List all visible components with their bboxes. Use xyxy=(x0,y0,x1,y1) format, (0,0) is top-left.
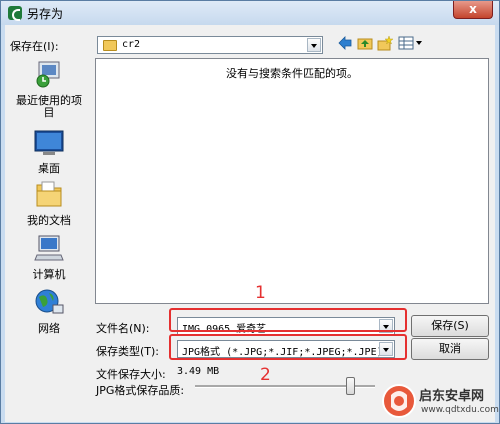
computer-icon xyxy=(34,235,64,261)
close-button[interactable]: x xyxy=(453,1,493,19)
place-documents-label: 我的文档 xyxy=(27,214,71,227)
watermark-url: www.qdtxdu.com xyxy=(421,405,499,415)
save-in-combo[interactable]: cr2 xyxy=(97,36,323,54)
file-name-label: 文件名(N): xyxy=(96,322,150,335)
documents-folder-icon xyxy=(36,181,62,207)
network-globe-icon xyxy=(35,289,64,314)
watermark-brand: 启东安卓网 xyxy=(419,389,485,404)
place-computer-label: 计算机 xyxy=(32,268,66,281)
place-documents[interactable]: 我的文档 xyxy=(9,179,89,227)
highlight-box-file-name xyxy=(169,308,407,332)
title-bar[interactable]: 另存为 x xyxy=(1,1,499,25)
annotation-number-2: 2 xyxy=(260,365,271,385)
quality-label: JPG格式保存品质: xyxy=(96,384,185,397)
file-type-label: 保存类型(T): xyxy=(96,345,160,358)
file-size-label: 文件保存大小: xyxy=(96,368,166,381)
up-folder-icon[interactable] xyxy=(357,35,373,51)
highlight-box-file-type xyxy=(169,334,407,360)
desktop-icon xyxy=(34,130,64,155)
save-as-dialog: 另存为 x 保存在(I): cr2 最近使用的项目 桌面 我的文档 计算机 网络… xyxy=(0,0,500,424)
cancel-button[interactable]: 取消 xyxy=(411,338,489,360)
place-network-label: 网络 xyxy=(38,322,60,335)
dialog-body: 保存在(I): cr2 最近使用的项目 桌面 我的文档 计算机 网络 没有与搜索… xyxy=(5,25,495,422)
save-button[interactable]: 保存(S) xyxy=(411,315,489,337)
new-folder-icon[interactable] xyxy=(377,35,393,51)
empty-list-message: 没有与搜索条件匹配的项。 xyxy=(226,67,358,80)
window-title: 另存为 xyxy=(27,7,64,21)
place-network[interactable]: 网络 xyxy=(9,287,89,335)
quality-slider-thumb[interactable] xyxy=(345,377,355,395)
places-bar: 最近使用的项目 桌面 我的文档 计算机 网络 xyxy=(9,35,89,335)
file-size-value: 3.49 MB xyxy=(177,366,220,377)
place-computer[interactable]: 计算机 xyxy=(9,233,89,281)
chevron-down-icon[interactable] xyxy=(307,38,321,52)
place-recent-label: 最近使用的项目 xyxy=(16,94,82,119)
app-icon xyxy=(8,6,22,21)
place-desktop-label: 桌面 xyxy=(38,162,60,175)
brand-logo-icon xyxy=(382,384,416,418)
annotation-number-1: 1 xyxy=(255,283,266,303)
file-list[interactable]: 没有与搜索条件匹配的项。 xyxy=(95,58,489,304)
recent-items-icon xyxy=(36,61,60,88)
folder-icon xyxy=(103,40,117,51)
save-in-value: cr2 xyxy=(122,39,141,50)
back-arrow-icon[interactable] xyxy=(337,35,353,51)
view-menu-icon[interactable] xyxy=(398,35,424,51)
place-recent[interactable]: 最近使用的项目 xyxy=(9,59,89,119)
place-desktop[interactable]: 桌面 xyxy=(9,127,89,175)
watermark: 启东安卓网 www.qdtxdu.com xyxy=(381,381,499,423)
